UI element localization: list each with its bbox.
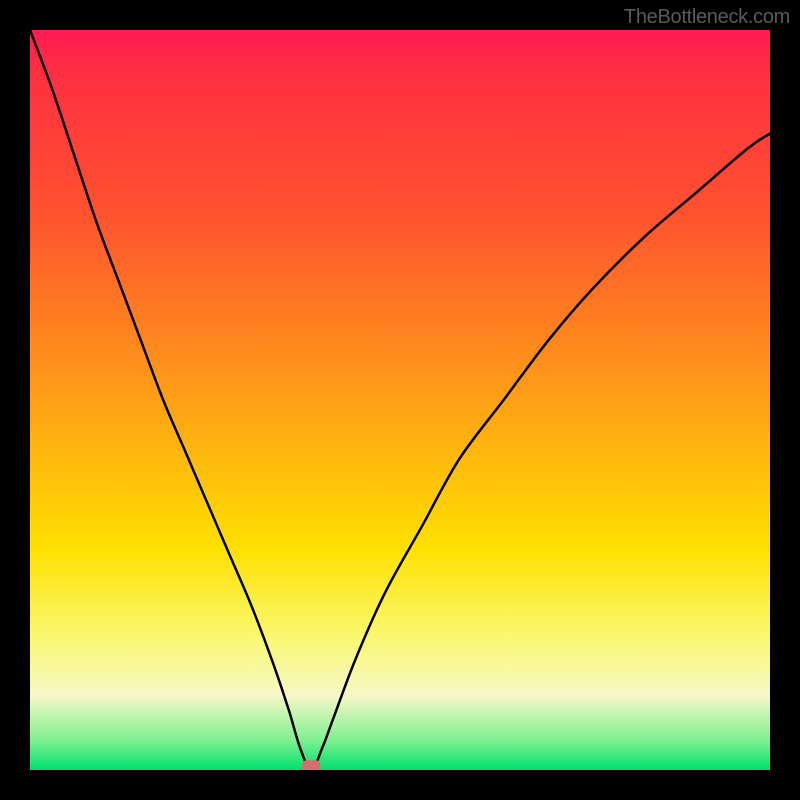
chart-svg xyxy=(30,30,770,770)
plot-area xyxy=(30,30,770,770)
watermark: TheBottleneck.com xyxy=(624,6,790,29)
optimal-marker xyxy=(302,760,320,770)
chart-container: TheBottleneck.com xyxy=(0,0,800,800)
bottleneck-curve xyxy=(30,30,770,770)
